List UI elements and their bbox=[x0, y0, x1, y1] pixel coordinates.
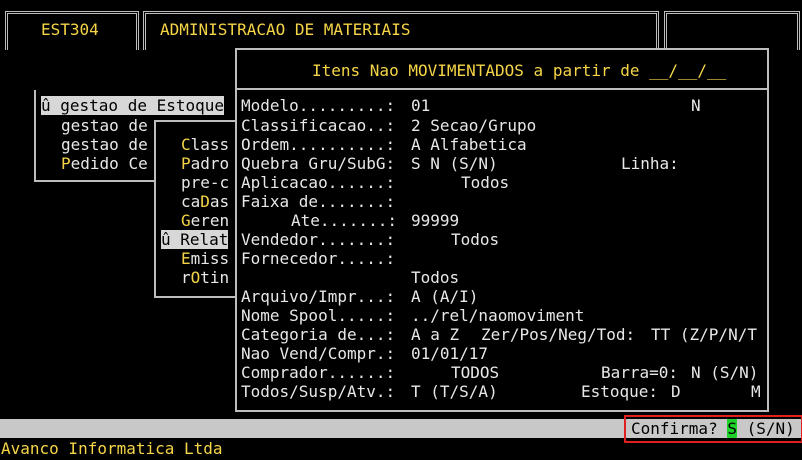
classificacao-field[interactable]: 2 Secao/Grupo bbox=[411, 116, 536, 135]
confirm-label: Confirma? bbox=[631, 419, 718, 438]
categoria-label: Categoria de...: bbox=[241, 325, 396, 344]
vendedor-label: Vendedor.......: bbox=[241, 230, 396, 249]
system-title: ADMINISTRACAO DE MATERIAIS bbox=[160, 20, 411, 39]
naovend-label: Nao Vend/Compr.: bbox=[241, 344, 396, 363]
submenu-item-pre[interactable]: pre-c bbox=[181, 173, 229, 192]
arquivo-field[interactable]: A (A/I) bbox=[411, 287, 478, 306]
company-name: Avanco Informatica Ltda bbox=[1, 439, 223, 458]
fornecedor-label: Fornecedor.....: bbox=[241, 249, 396, 268]
main-menu-item-pedido[interactable]: Pedido Ce bbox=[61, 154, 148, 173]
arquivo-label: Arquivo/Impr...: bbox=[241, 287, 396, 306]
dialog-title-divider bbox=[235, 88, 769, 90]
spool-field[interactable]: ../rel/naomoviment bbox=[411, 306, 584, 325]
estoque-field[interactable]: D bbox=[671, 382, 681, 401]
estoque-label: Estoque: bbox=[581, 382, 659, 401]
submenu-item-relat[interactable]: û Relat bbox=[161, 230, 229, 249]
header-right-box bbox=[664, 11, 800, 50]
modelo-extra: N bbox=[691, 96, 701, 115]
ate-field[interactable]: 99999 bbox=[411, 211, 459, 230]
ordem-label: Ordem..........: bbox=[241, 135, 396, 154]
comprador-field[interactable]: TODOS bbox=[451, 363, 499, 382]
submenu-item-class[interactable]: Class bbox=[181, 135, 229, 154]
submenu-item-padro[interactable]: Padro bbox=[181, 154, 229, 173]
faixa-label: Faixa de.......: bbox=[241, 192, 396, 211]
submenu-item-geren[interactable]: Geren bbox=[181, 211, 229, 230]
classificacao-label: Classificacao..: bbox=[241, 116, 396, 135]
ate-label: Ate.......: bbox=[291, 211, 397, 230]
naovend-field[interactable]: 01/01/17 bbox=[411, 344, 488, 363]
quebra-label: Quebra Gru/SubG: bbox=[241, 154, 396, 173]
submenu-item-cadas[interactable]: caDas bbox=[181, 192, 229, 211]
quebra-field[interactable]: S N (S/N) bbox=[411, 154, 498, 173]
main-menu-item-gestao-2[interactable]: gestao de bbox=[61, 135, 148, 154]
estoque-extra: M bbox=[751, 382, 761, 401]
submenu-item-rotin[interactable]: rOtin bbox=[181, 268, 229, 287]
main-menu-item-estoque[interactable]: û gestao de Estoque bbox=[41, 96, 225, 115]
fornecedor-field[interactable]: Todos bbox=[411, 268, 459, 287]
main-menu-item-gestao-1[interactable]: gestao de bbox=[61, 116, 148, 135]
categoria-field[interactable]: A a Z bbox=[411, 325, 459, 344]
dialog-title: Itens Nao MOVIMENTADOS a partir de __/__… bbox=[312, 61, 727, 80]
spool-label: Nome Spool.....: bbox=[241, 306, 396, 325]
barra-field[interactable]: N (S/N) bbox=[691, 363, 758, 382]
vendedor-field[interactable]: Todos bbox=[451, 230, 499, 249]
ordem-field[interactable]: A Alfabetica bbox=[411, 135, 527, 154]
zer-label: Zer/Pos/Neg/Tod: bbox=[481, 325, 636, 344]
aplicacao-field[interactable]: Todos bbox=[461, 173, 509, 192]
program-code: EST304 bbox=[41, 20, 99, 39]
modelo-label: Modelo.........: bbox=[241, 96, 396, 115]
comprador-label: Comprador......: bbox=[241, 363, 396, 382]
confirm-options: (S/N) bbox=[746, 419, 795, 438]
todos-field[interactable]: T (T/S/A) bbox=[411, 382, 498, 401]
zer-field[interactable]: TT (Z/P/N/T bbox=[651, 325, 757, 344]
aplicacao-label: Aplicacao......: bbox=[241, 173, 396, 192]
barra-label: Barra=0: bbox=[601, 363, 679, 382]
todos-label: Todos/Susp/Atv.: bbox=[241, 382, 396, 401]
modelo-field[interactable]: 01 bbox=[411, 96, 430, 115]
linha-label: Linha: bbox=[621, 154, 679, 173]
submenu-item-emiss[interactable]: Emiss bbox=[181, 249, 229, 268]
confirm-input[interactable]: S bbox=[727, 419, 737, 438]
confirm-prompt: Confirma? S (S/N) bbox=[631, 419, 795, 438]
